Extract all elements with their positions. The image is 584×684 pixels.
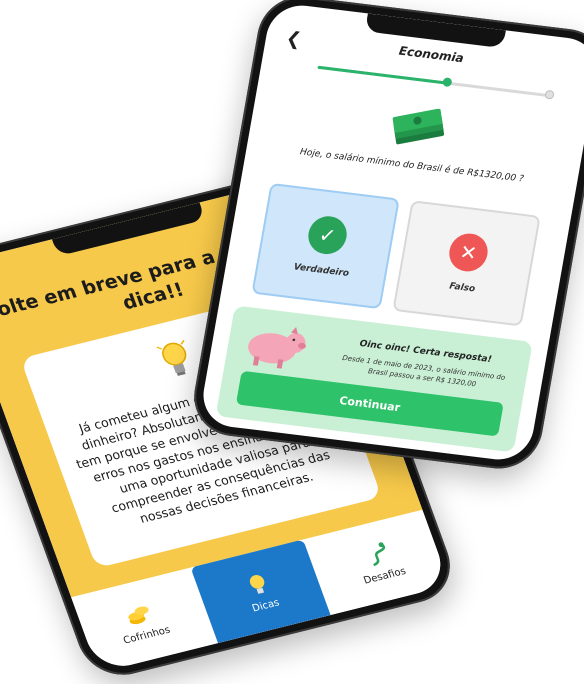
quiz-screen: ❮ Economia Hoje, o salário mínimo do Bra…: [198, 1, 584, 464]
option-label-falso: Falso: [448, 281, 476, 295]
x-icon: ✕: [446, 231, 491, 274]
check-icon: ✓: [305, 214, 350, 257]
money-stack-icon: [392, 108, 445, 145]
progress-fill: [317, 65, 447, 85]
option-falso[interactable]: ✕ Falso: [392, 200, 541, 327]
option-verdadeiro[interactable]: ✓ Verdadeiro: [251, 182, 400, 310]
progress-end-dot: [544, 89, 555, 100]
coins-icon: [128, 605, 149, 624]
phone-quiz: ❮ Economia Hoje, o salário mínimo do Bra…: [187, 0, 584, 474]
feedback-panel: Oinc oinc! Certa resposta! Desde 1 de ma…: [215, 305, 533, 453]
progress-knob: [441, 77, 453, 88]
pig-icon: [248, 327, 306, 369]
lightbulb-icon: [249, 574, 265, 594]
promo-stage: Volte em breve para a próxima dica!! Já …: [0, 0, 584, 684]
quiz-question: Hoje, o salário mínimo do Brasil é de R$…: [299, 147, 525, 185]
option-label-verdadeiro: Verdadeiro: [292, 262, 350, 280]
tab-label-dicas: Dicas: [250, 596, 281, 614]
answer-options: ✓ Verdadeiro ✕ Falso: [251, 182, 541, 327]
path-icon: [372, 541, 385, 566]
lightbulb-icon: [156, 339, 187, 376]
